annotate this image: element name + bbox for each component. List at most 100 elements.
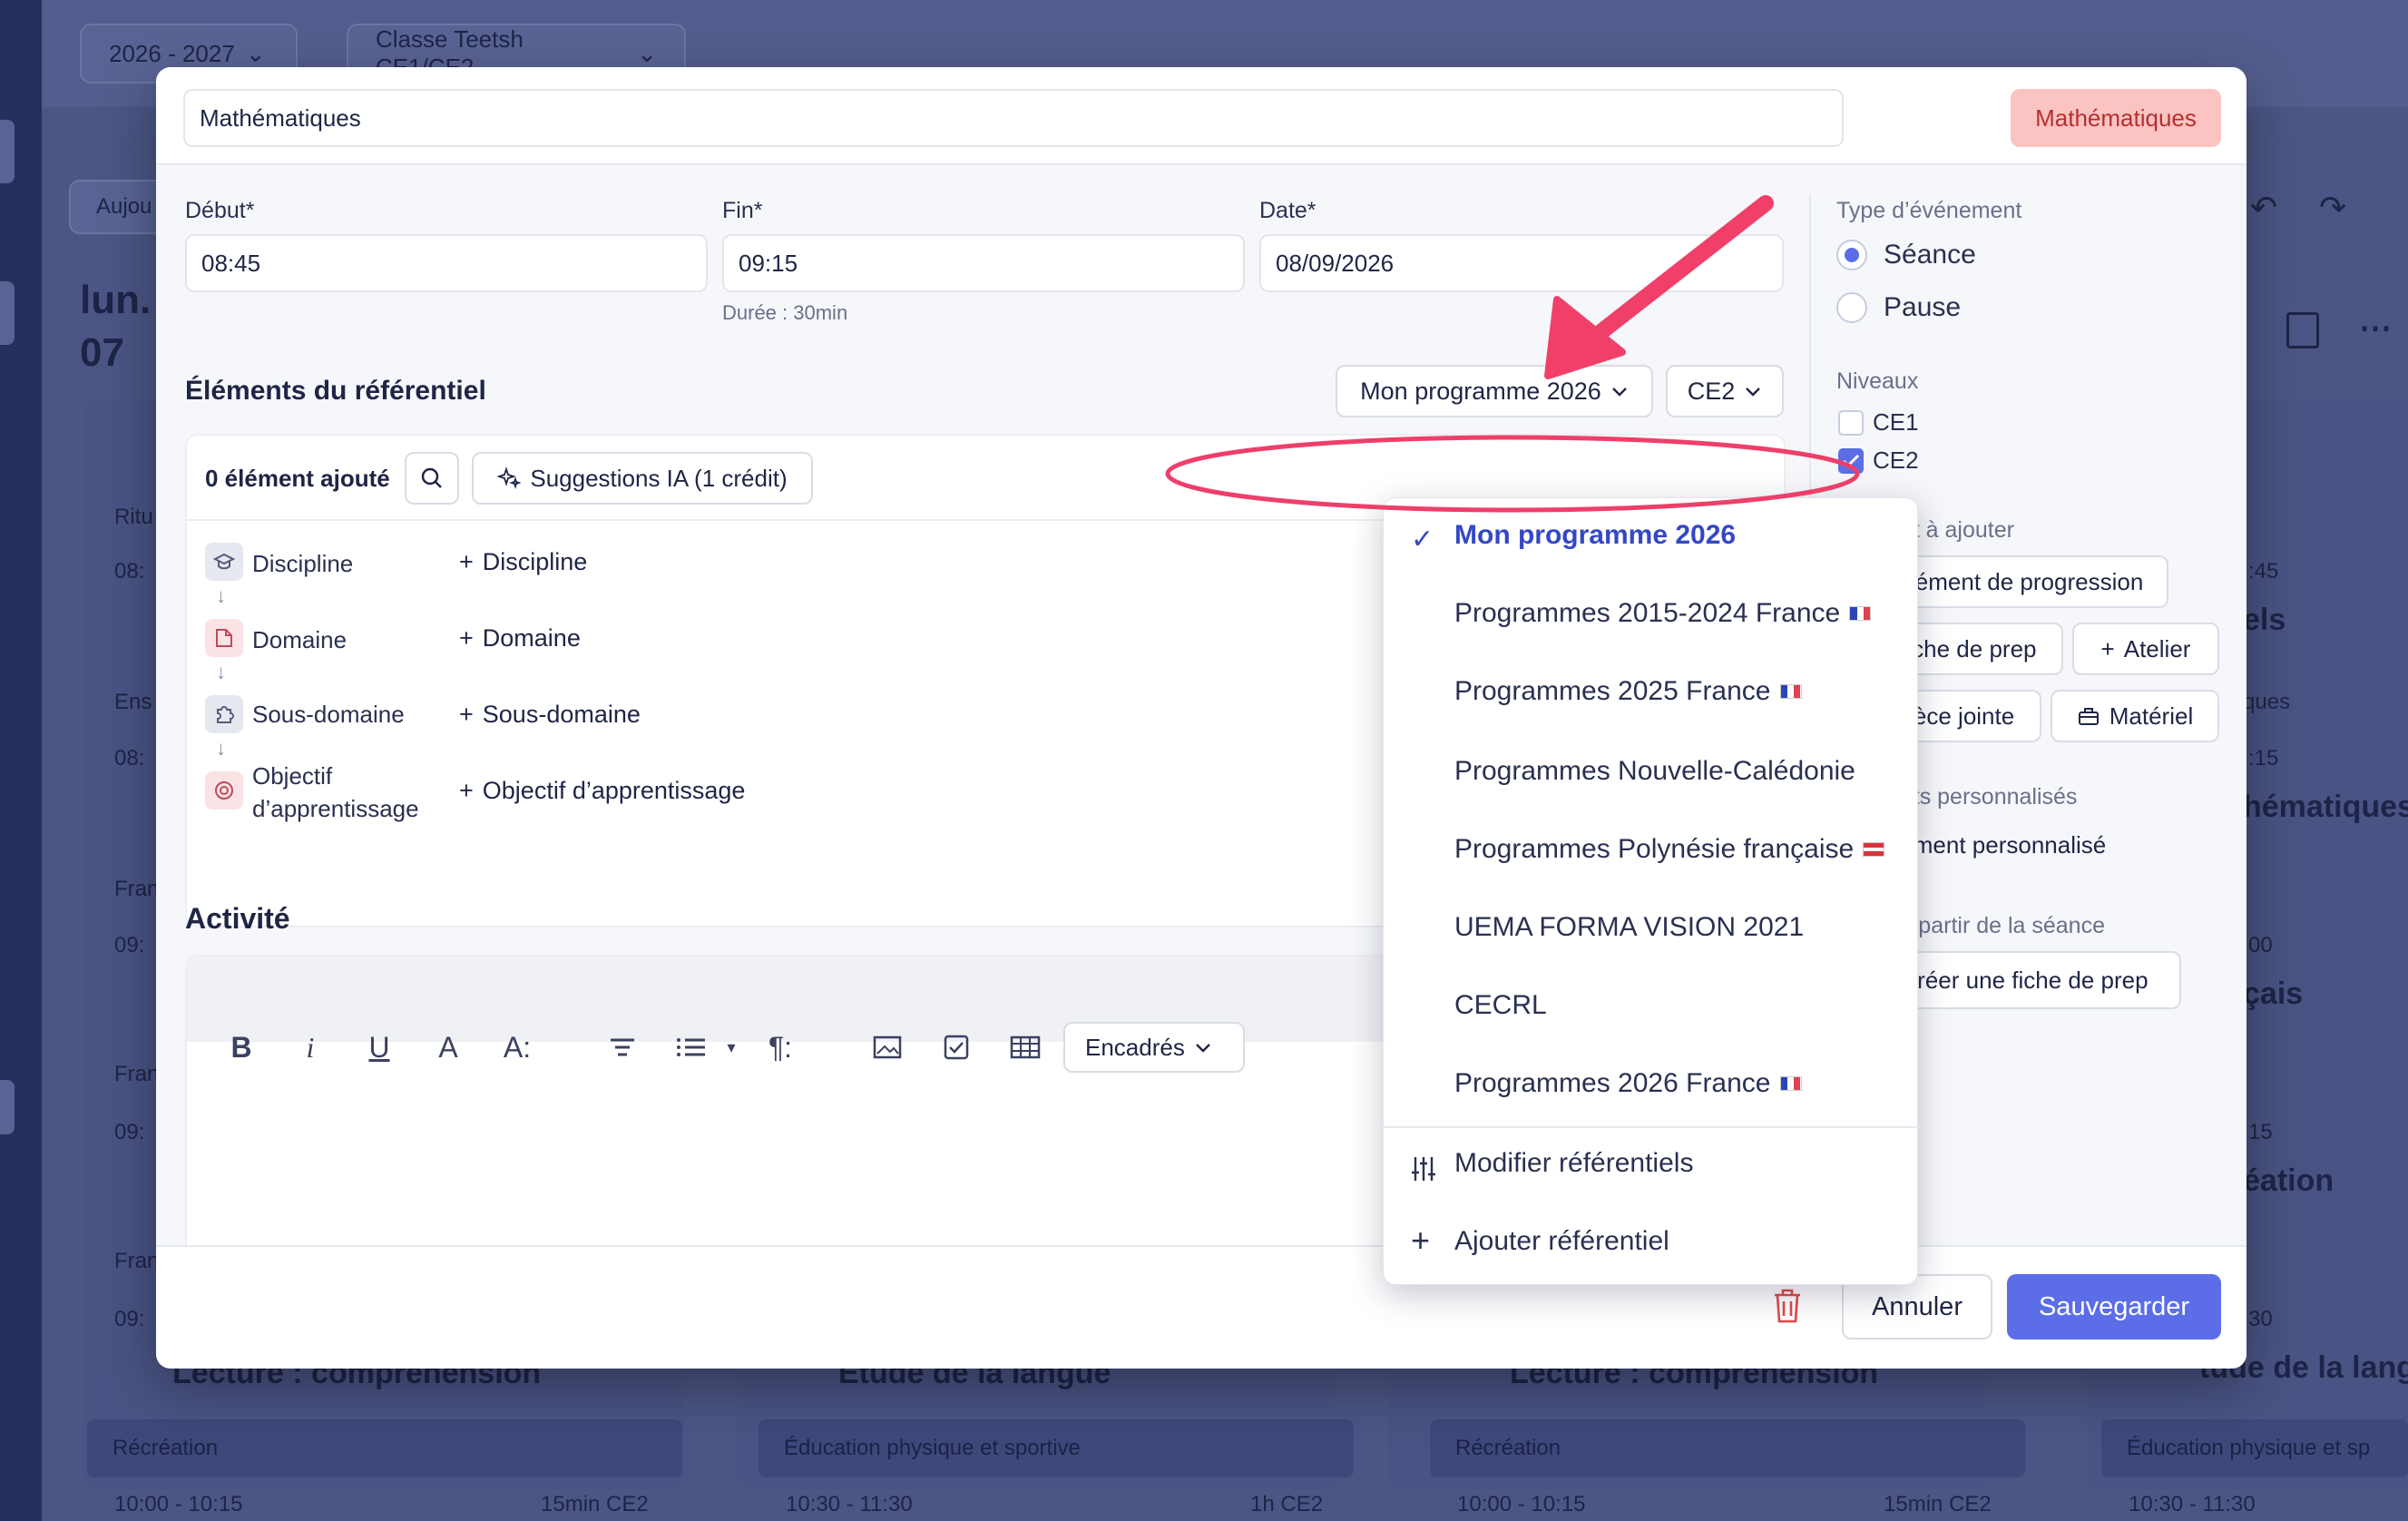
edit-referentials-action[interactable]: Modifier référentiels <box>1454 1148 1693 1179</box>
level-select[interactable]: CE2 <box>1666 365 1784 417</box>
workshop-button[interactable]: + Atelier <box>2072 623 2219 675</box>
paragraph-icon[interactable]: ¶: <box>760 1027 800 1067</box>
event-card[interactable]: Éducation physique et sportive <box>759 1419 1354 1477</box>
event-time: 30 <box>2248 1307 2273 1331</box>
event-time: 09: <box>114 1307 145 1331</box>
sparkles-icon <box>497 466 522 490</box>
dropdown-item-selected[interactable]: Mon programme 2026 <box>1454 520 1736 551</box>
day-label: lun. <box>80 278 152 322</box>
app-sidebar <box>0 0 42 1521</box>
checkbox-ce2-label: CE2 <box>1873 446 1919 474</box>
target-icon <box>205 771 243 810</box>
add-subdomain-link[interactable]: + Sous-domaine <box>459 701 641 729</box>
event-meta: 1h CE2 <box>1250 1492 1324 1516</box>
start-label: Début* <box>185 198 255 223</box>
arrow-down-icon: ↓ <box>216 661 226 683</box>
list-icon[interactable] <box>671 1027 711 1067</box>
save-button[interactable]: Sauvegarder <box>2007 1274 2221 1339</box>
program-dropdown: ✓ Mon programme 2026 Programmes 2015-202… <box>1383 497 1919 1285</box>
event-time: ques <box>2243 690 2291 714</box>
dropdown-item[interactable]: Programmes Polynésie française <box>1454 834 1885 865</box>
event-time: 09: <box>114 1120 145 1144</box>
end-label: Fin* <box>722 198 763 223</box>
undo-icon[interactable]: ↶ <box>2250 189 2277 227</box>
more-icon[interactable]: ⋯ <box>2359 309 2392 347</box>
ai-suggestions-button[interactable]: Suggestions IA (1 crédit) <box>472 452 813 505</box>
add-referential-action[interactable]: Ajouter référentiel <box>1454 1226 1669 1257</box>
dropdown-item[interactable]: Programmes 2025 France <box>1454 676 1802 707</box>
sidebar-chip <box>0 1080 15 1134</box>
event-time: 08: <box>114 559 145 584</box>
domain-icon <box>205 619 243 657</box>
table-icon[interactable] <box>1005 1027 1045 1067</box>
dropdown-item[interactable]: Programmes 2015-2024 France <box>1454 598 1872 629</box>
redo-icon[interactable]: ↷ <box>2319 189 2346 227</box>
dropdown-item[interactable]: Programmes Nouvelle-Calédonie <box>1454 756 1855 787</box>
event-meta: 15min CE2 <box>1884 1492 1992 1516</box>
checkbox-icon[interactable] <box>936 1027 976 1067</box>
plus-icon: + <box>459 777 474 804</box>
trash-icon[interactable] <box>1771 1287 1807 1329</box>
dropdown-item[interactable]: Programmes 2026 France <box>1454 1068 1802 1099</box>
subject-badge[interactable]: Mathématiques <box>2011 89 2221 147</box>
underline-icon[interactable]: U <box>359 1027 399 1067</box>
event-type-label: Type d’événement <box>1836 198 2022 223</box>
french-flag-icon <box>1849 606 1872 621</box>
plus-icon: + <box>1411 1222 1431 1259</box>
graduation-cap-icon <box>205 543 243 581</box>
align-icon[interactable] <box>602 1027 642 1067</box>
search-icon <box>419 466 445 491</box>
material-button[interactable]: Matériel <box>2051 690 2219 742</box>
row-label-subdomain: Sous-domaine <box>252 701 405 728</box>
event-time: 10:00 - 10:15 <box>114 1492 243 1516</box>
plus-icon: + <box>459 624 474 652</box>
radio-pause[interactable] <box>1836 292 1867 323</box>
event-title: Fran <box>114 1249 160 1273</box>
checkbox-ce2[interactable] <box>1838 448 1864 474</box>
date-input[interactable]: 08/09/2026 <box>1259 234 1784 292</box>
check-icon: ✓ <box>1411 525 1434 554</box>
event-time: 00 <box>2248 933 2273 957</box>
event-time: 10:00 - 10:15 <box>1457 1492 1586 1516</box>
italic-icon[interactable]: i <box>290 1027 330 1067</box>
event-time: :15 <box>2248 746 2279 770</box>
event-card[interactable]: Récréation <box>87 1419 682 1477</box>
image-icon[interactable] <box>867 1027 907 1067</box>
chevron-down-icon: ⌄ <box>245 39 266 67</box>
dropdown-divider <box>1384 1126 1919 1128</box>
duration-text: Durée : 30min <box>722 301 848 324</box>
title-input[interactable]: Mathématiques <box>183 89 1844 147</box>
add-objective-link[interactable]: + Objectif d’apprentissage <box>459 777 745 805</box>
dropdown-item[interactable]: CECRL <box>1454 990 1547 1021</box>
search-button[interactable] <box>405 452 459 505</box>
add-discipline-link[interactable]: + Discipline <box>459 548 587 576</box>
date-label: Date* <box>1259 198 1317 223</box>
checkbox-ce1-label: CE1 <box>1873 408 1919 436</box>
text-color-icon[interactable]: A <box>428 1027 468 1067</box>
event-card[interactable]: Récréation <box>1430 1419 2025 1477</box>
event-time: 15 <box>2248 1120 2273 1144</box>
add-domain-link[interactable]: + Domaine <box>459 624 581 653</box>
elements-count: 0 élément ajouté <box>205 465 390 492</box>
bold-icon[interactable]: B <box>221 1027 261 1067</box>
caret-down-icon[interactable]: ▾ <box>711 1027 751 1067</box>
event-title: hématiques <box>2243 790 2408 824</box>
start-time-input[interactable]: 08:45 <box>185 234 708 292</box>
encadres-select[interactable]: Encadrés <box>1063 1022 1245 1073</box>
dropdown-item[interactable]: UEMA FORMA VISION 2021 <box>1454 912 1804 943</box>
referential-heading: Éléments du référentiel <box>185 376 486 406</box>
day-number: 07 <box>80 330 124 375</box>
radio-seance[interactable] <box>1836 240 1867 270</box>
end-time-input[interactable]: 09:15 <box>722 234 1245 292</box>
pdf-icon[interactable] <box>2286 312 2319 348</box>
event-card[interactable]: Éducation physique et sp <box>2101 1419 2408 1477</box>
checkbox-ce1[interactable] <box>1838 410 1864 436</box>
event-title: Fran <box>114 877 160 901</box>
french-flag-icon <box>1779 1076 1802 1091</box>
sidebar-chip <box>0 281 15 345</box>
font-size-icon[interactable]: A: <box>497 1027 537 1067</box>
activity-heading: Activité <box>185 902 290 935</box>
program-select[interactable]: Mon programme 2026 <box>1336 365 1653 417</box>
row-label-domain: Domaine <box>252 626 347 653</box>
levels-label: Niveaux <box>1836 368 1919 394</box>
